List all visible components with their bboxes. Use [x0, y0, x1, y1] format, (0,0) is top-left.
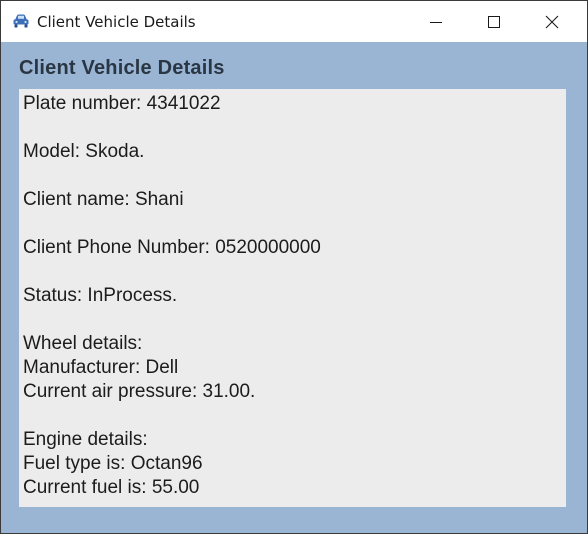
- minimize-button[interactable]: [407, 1, 465, 42]
- close-button[interactable]: [523, 1, 581, 42]
- maximize-icon: [488, 16, 500, 28]
- car-icon: [12, 13, 30, 29]
- vehicle-details-panel: Plate number: 4341022 Model: Skoda. Clie…: [19, 89, 566, 507]
- client-phone-text: Client Phone Number: 0520000000: [23, 237, 321, 258]
- air-pressure-text: Current air pressure: 31.00.: [23, 381, 256, 402]
- maximize-button[interactable]: [465, 1, 523, 42]
- current-fuel-text: Current fuel is: 55.00: [23, 477, 200, 498]
- title-bar[interactable]: Client Vehicle Details: [1, 1, 587, 42]
- wheel-manufacturer-text: Manufacturer: Dell: [23, 357, 179, 378]
- window-title: Client Vehicle Details: [37, 13, 196, 31]
- wheel-details-header: Wheel details:: [23, 333, 143, 354]
- client-vehicle-details-window: Client Vehicle Details Client Vehicle De…: [0, 0, 588, 534]
- model-text: Model: Skoda.: [23, 141, 145, 162]
- status-text: Status: InProcess.: [23, 285, 178, 306]
- form-heading: Client Vehicle Details: [19, 57, 225, 79]
- plate-number-text: Plate number: 4341022: [23, 93, 221, 114]
- engine-details-header: Engine details:: [23, 429, 148, 450]
- fuel-type-text: Fuel type is: Octan96: [23, 453, 203, 474]
- minimize-icon: [430, 22, 442, 23]
- client-name-text: Client name: Shani: [23, 189, 184, 210]
- close-icon: [545, 15, 559, 29]
